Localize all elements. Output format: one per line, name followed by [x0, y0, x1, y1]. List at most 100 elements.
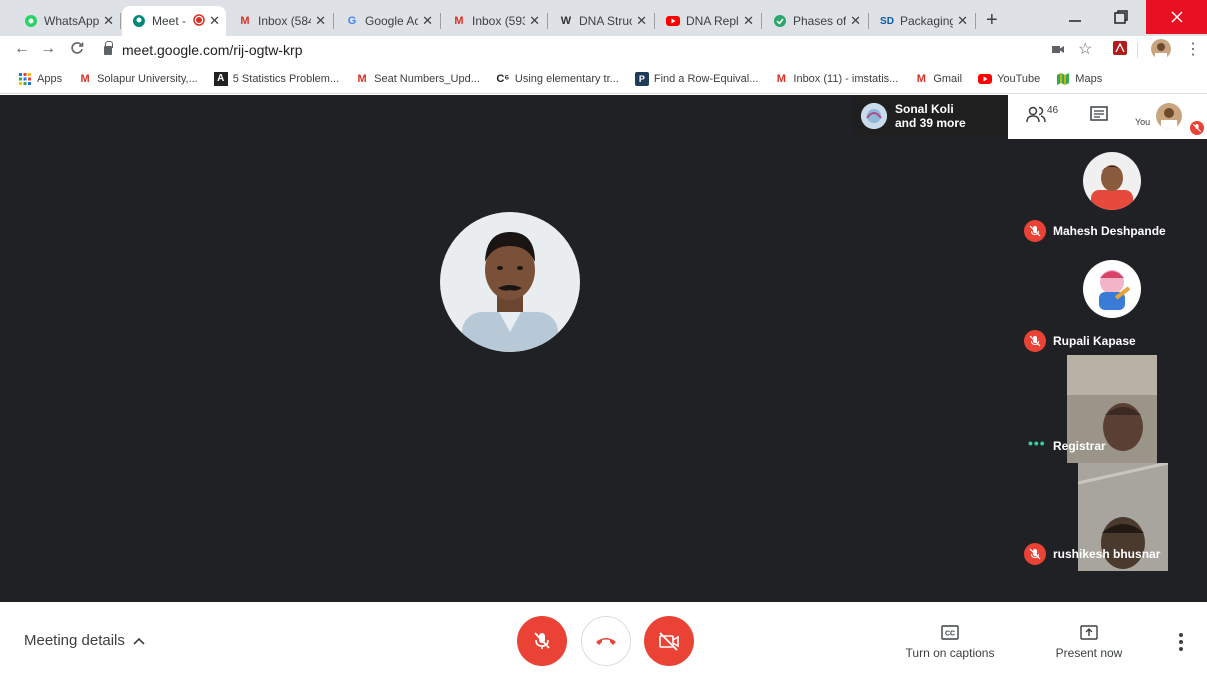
muted-mic-icon: [1024, 220, 1046, 242]
present-label: Present now: [1055, 646, 1123, 660]
tab-close-icon[interactable]: ✕: [529, 13, 540, 29]
tab-label: Meet -: [152, 14, 187, 28]
browser-toolbar: ← → meet.google.com/rij-ogtw-krp ☆ ⋮: [0, 36, 1207, 64]
captions-button[interactable]: CC Turn on captions: [900, 622, 1000, 660]
you-label: You: [1135, 117, 1151, 127]
tab-inbox-584[interactable]: M Inbox (584 ✕: [228, 6, 332, 36]
chegg-icon: C⁶: [496, 72, 510, 85]
tab-close-icon[interactable]: ✕: [636, 13, 647, 29]
tab-close-icon[interactable]: ✕: [957, 13, 968, 29]
apps-grid-icon: [18, 72, 32, 86]
bookmark-label: YouTube: [997, 72, 1041, 85]
gmail-icon: M: [80, 72, 90, 85]
tab-meet[interactable]: Meet - ✕: [122, 6, 226, 36]
presenter-chip[interactable]: Sonal Koli and 39 more: [853, 95, 1008, 137]
participant-name: Rupali Kapase: [1053, 334, 1136, 348]
maps-icon: [1056, 72, 1070, 86]
participant-name: Mahesh Deshpande: [1053, 224, 1166, 238]
tab-label: Inbox (584: [258, 14, 312, 28]
bookmark-label: Apps: [37, 72, 63, 85]
tab-label: DNA Struc: [579, 14, 633, 28]
camera-off-icon: [659, 632, 679, 651]
bookmark-solapur[interactable]: M Solapur University,...: [78, 72, 198, 86]
browser-tab-strip: WhatsApp ✕ Meet - ✕ M Inbox (584 ✕ G Goo…: [0, 0, 1207, 36]
muted-mic-icon: [1024, 330, 1046, 352]
bookmark-label: Maps: [1075, 72, 1103, 85]
address-bar[interactable]: meet.google.com/rij-ogtw-krp: [104, 38, 1034, 62]
meeting-details-label: Meeting details: [24, 632, 125, 649]
bookmark-inbox-11[interactable]: M Inbox (11) - imstatis...: [774, 72, 899, 86]
captions-label: Turn on captions: [905, 646, 995, 660]
gmail-icon: M: [240, 15, 250, 27]
bookmark-label: Using elementary tr...: [514, 72, 619, 85]
tab-phases[interactable]: Phases of ✕: [763, 6, 867, 36]
camera-indicator-icon[interactable]: [1052, 41, 1064, 57]
captions-icon: CC: [941, 622, 959, 642]
reload-icon[interactable]: [70, 40, 84, 60]
tab-close-icon[interactable]: ✕: [315, 13, 326, 29]
tab-close-icon[interactable]: ✕: [850, 13, 861, 29]
tab-close-icon[interactable]: ✕: [103, 13, 114, 29]
bookmark-gmail[interactable]: M Gmail: [914, 72, 962, 86]
participant-tile[interactable]: ••• Registrar: [1016, 355, 1207, 463]
forward-icon[interactable]: →: [40, 40, 56, 58]
bookmark-label: Solapur University,...: [97, 72, 198, 85]
tab-close-icon[interactable]: ✕: [743, 13, 754, 29]
new-tab-button[interactable]: +: [986, 9, 998, 32]
gmail-icon: M: [916, 72, 926, 85]
tab-close-icon[interactable]: ✕: [209, 13, 220, 29]
presenter-name: Sonal Koli: [895, 102, 954, 116]
tab-dna-replication[interactable]: DNA Repli ✕: [656, 6, 760, 36]
chat-button[interactable]: [1090, 106, 1108, 129]
svg-text:CC: CC: [945, 630, 955, 637]
bookmark-maps[interactable]: Maps: [1056, 72, 1102, 86]
participant-avatar: [1083, 152, 1141, 210]
maximize-button[interactable]: [1098, 0, 1144, 34]
close-window-button[interactable]: [1146, 0, 1207, 34]
camera-toggle-button[interactable]: [644, 616, 694, 666]
tab-google-account[interactable]: G Google Ac ✕: [335, 6, 439, 36]
bookmark-seat-numbers[interactable]: M Seat Numbers_Upd...: [355, 72, 480, 86]
bookmark-youtube[interactable]: YouTube: [978, 72, 1040, 86]
participant-tile[interactable]: Mahesh Deshpande: [1016, 140, 1207, 248]
tab-inbox-593[interactable]: M Inbox (593 ✕: [442, 6, 546, 36]
bookmarks-bar: Apps M Solapur University,... A 5 Statis…: [0, 64, 1207, 94]
back-icon[interactable]: ←: [14, 40, 30, 58]
bookmark-label: Seat Numbers_Upd...: [374, 72, 480, 85]
recording-icon: [193, 13, 205, 29]
bookmark-statistics[interactable]: A 5 Statistics Problem...: [213, 71, 339, 86]
tab-label: Google Ac: [365, 14, 419, 28]
presenter-more: and 39 more: [895, 116, 966, 130]
meeting-details-button[interactable]: Meeting details: [24, 632, 145, 649]
bookmark-apps[interactable]: Apps: [18, 72, 62, 86]
bookmark-star-icon[interactable]: ☆: [1078, 39, 1092, 59]
bookmark-elementary[interactable]: C⁶ Using elementary tr...: [496, 72, 619, 86]
tab-whatsapp[interactable]: WhatsApp ✕: [14, 6, 120, 36]
participants-button[interactable]: 46: [1026, 105, 1058, 123]
google-icon: G: [347, 15, 357, 27]
muted-mic-icon: [1024, 543, 1046, 565]
browser-menu-icon[interactable]: ⋮: [1185, 39, 1201, 59]
present-now-button[interactable]: Present now: [1039, 622, 1139, 660]
self-avatar[interactable]: [1156, 103, 1182, 129]
minimize-button[interactable]: [1052, 0, 1098, 34]
tab-packaging[interactable]: SD Packaging ✕: [870, 6, 974, 36]
bookmark-row-equivalent[interactable]: P Find a Row-Equival...: [634, 71, 758, 86]
participant-tile[interactable]: rushikesh bhusnar: [1016, 463, 1207, 571]
more-options-icon[interactable]: [1176, 631, 1186, 652]
meet-top-bar: 46 You: [1008, 95, 1207, 139]
participant-avatar: [1083, 260, 1141, 318]
leave-call-button[interactable]: [581, 616, 631, 666]
participant-count: 46: [1047, 105, 1059, 116]
close-icon: [1170, 11, 1183, 23]
profile-avatar[interactable]: [1151, 39, 1171, 62]
participant-tile[interactable]: Rupali Kapase: [1016, 250, 1207, 358]
mic-toggle-button[interactable]: [517, 616, 567, 666]
tab-dna-structure[interactable]: W DNA Struc ✕: [549, 6, 653, 36]
phases-icon: [773, 14, 787, 28]
pdf-extension-icon[interactable]: [1113, 41, 1127, 58]
lock-icon: [104, 40, 113, 55]
tab-label: Inbox (593: [472, 14, 526, 28]
tab-label: Packaging: [900, 14, 954, 28]
tab-close-icon[interactable]: ✕: [422, 13, 433, 29]
